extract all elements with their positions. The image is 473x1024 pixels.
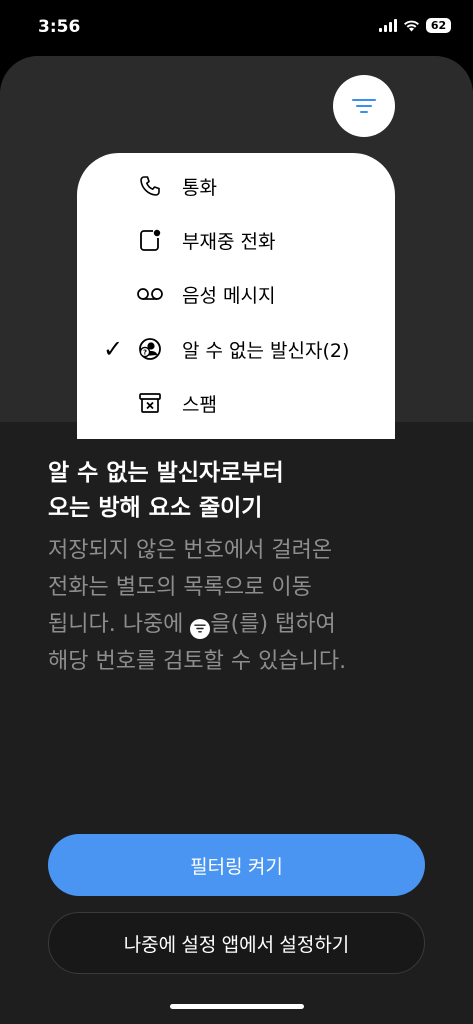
spam-icon [134, 388, 166, 418]
checkmark-icon: ✓ [102, 335, 124, 363]
description-line: 됩니다. 나중에 을(를) 탭하여 [48, 606, 438, 643]
set-up-later-button[interactable]: 나중에 설정 앱에서 설정하기 [48, 912, 425, 974]
description-line: 전화는 별도의 목록으로 이동 [48, 575, 312, 600]
cellular-signal-icon [379, 19, 397, 32]
title-line: 알 수 없는 발신자로부터 [48, 460, 284, 486]
description-fragment: 됩니다. 나중에 [48, 612, 191, 637]
menu-item-label: 부재중 전화 [182, 230, 276, 253]
filter-button[interactable] [333, 75, 395, 137]
missed-call-icon [134, 225, 166, 255]
description-line: 저장되지 않은 번호에서 걸려온 [48, 538, 333, 563]
svg-text:?: ? [143, 349, 147, 357]
filter-lines-icon [352, 99, 376, 113]
menu-item-label: 스팸 [182, 393, 217, 416]
home-indicator [170, 1004, 304, 1009]
menu-item-spam[interactable]: 스팸 [77, 378, 395, 428]
unknown-caller-icon: ? [134, 334, 166, 364]
filter-lines-icon [190, 618, 211, 639]
wifi-icon [404, 20, 419, 32]
menu-item-missed-calls[interactable]: 부재중 전화 [77, 215, 395, 265]
description-text: 저장되지 않은 번호에서 걸려온 전화는 별도의 목록으로 이동 됩니다. 나중… [48, 532, 438, 680]
phone-icon [134, 171, 166, 201]
turn-on-filtering-button[interactable]: 필터링 켜기 [48, 834, 425, 896]
status-icons: 62 [379, 18, 451, 33]
description-line: 해당 번호를 검토할 수 있습니다. [48, 649, 347, 674]
menu-item-label: 통화 [182, 176, 217, 199]
description-fragment: 을(를) 탭하여 [210, 612, 336, 637]
menu-item-calls[interactable]: 통화 [77, 161, 395, 211]
voicemail-icon [134, 279, 166, 309]
filter-menu: 통화 부재중 전화 음성 메시지 ✓ ? 알 수 없는 발신자(2) 스팸 [77, 153, 395, 439]
title-line: 오는 방해 요소 줄이기 [48, 495, 263, 521]
intro-sheet: 통화 부재중 전화 음성 메시지 ✓ ? 알 수 없는 발신자(2) 스팸 알 … [0, 56, 473, 1024]
page-title: 알 수 없는 발신자로부터 오는 방해 요소 줄이기 [48, 456, 428, 526]
battery-indicator: 62 [426, 18, 451, 33]
menu-item-voicemail[interactable]: 음성 메시지 [77, 269, 395, 319]
menu-item-label: 음성 메시지 [182, 284, 276, 307]
menu-item-unknown-callers[interactable]: ✓ ? 알 수 없는 발신자(2) [77, 324, 395, 374]
status-time: 3:56 [38, 17, 81, 37]
menu-item-label: 알 수 없는 발신자(2) [182, 339, 350, 362]
status-bar: 3:56 62 [0, 0, 473, 56]
